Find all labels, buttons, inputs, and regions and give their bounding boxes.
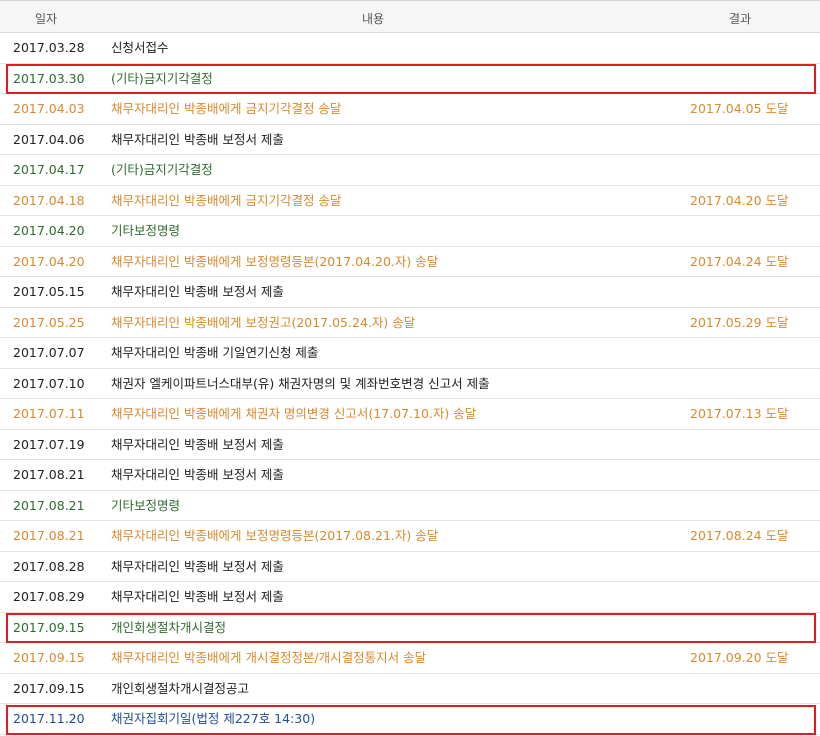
table-row: 2017.07.19 채무자대리인 박종배 보정서 제출 [0, 430, 820, 460]
row-date: 2017.08.21 [13, 497, 85, 513]
row-result: 2017.04.20 도달 [690, 192, 789, 208]
table-row: 2017.08.28 채무자대리인 박종배 보정서 제출 [0, 552, 820, 582]
row-content: 개인회생절차개시결정공고 [111, 680, 250, 696]
table-row: 2017.09.15 개인회생절차개시결정 [0, 613, 820, 643]
row-date: 2017.07.10 [13, 375, 85, 391]
row-content: 채무자대리인 박종배 보정서 제출 [111, 131, 284, 147]
table-row: 2017.04.20 채무자대리인 박종배에게 보정명령등본(2017.04.20… [0, 247, 820, 277]
row-result: 2017.04.05 도달 [690, 101, 789, 116]
row-content: 채무자대리인 박종배 기일연기신청 제출 [111, 345, 319, 360]
row-content: 채무자대리인 박종배 보정서 제출 [111, 558, 284, 574]
row-content: 채무자대리인 박종배 보정서 제출 [111, 589, 284, 604]
row-date: 2017.07.19 [13, 436, 85, 452]
row-content: 채권자 엘케이파트너스대부(유) 채권자명의 및 계좌번호변경 신고서 제출 [111, 375, 490, 391]
table-row: 2017.11.20 채권자집회기일(법정 제227호 14:30) [0, 704, 820, 735]
row-date: 2017.08.21 [13, 528, 85, 543]
row-date: 2017.04.18 [13, 192, 85, 208]
row-content: (기타)금지기각결정 [111, 162, 213, 177]
row-content: 신청서접수 [111, 40, 169, 55]
table-row: 2017.05.25 채무자대리인 박종배에게 보정권고(2017.05.24.자… [0, 308, 820, 338]
row-date: 2017.05.25 [13, 314, 85, 330]
row-content: 채무자대리인 박종배 보정서 제출 [111, 284, 284, 299]
row-date: 2017.09.15 [13, 650, 85, 665]
row-date: 2017.09.15 [13, 619, 85, 635]
row-date: 2017.08.21 [13, 467, 85, 482]
table-row: 2017.04.03 채무자대리인 박종배에게 금지기각결정 송달 2017.04.… [0, 94, 820, 125]
row-date: 2017.09.15 [13, 680, 85, 696]
table-row: 2017.04.20 기타보정명령 [0, 216, 820, 247]
table-row: 2017.09.15 개인회생절차개시결정공고 [0, 674, 820, 704]
table-row: 2017.07.11 채무자대리인 박종배에게 채권자 명의변경 신고서(17.0… [0, 399, 820, 430]
table-row: 2017.07.07 채무자대리인 박종배 기일연기신청 제출 [0, 338, 820, 369]
row-result: 2017.08.24 도달 [690, 528, 789, 543]
table-row: 2017.04.17 (기타)금지기각결정 [0, 155, 820, 186]
row-date: 2017.05.15 [13, 284, 85, 299]
table-header: 일자 내용 결과 [0, 0, 820, 33]
row-content: 채무자대리인 박종배 보정서 제출 [111, 467, 284, 482]
row-content: 채무자대리인 박종배에게 보정권고(2017.05.24.자) 송달 [111, 314, 416, 330]
row-date: 2017.08.28 [13, 558, 85, 574]
table-row: 2017.09.15 채무자대리인 박종배에게 개시결정정본/개시결정통지서 송달… [0, 643, 820, 674]
row-content: 채무자대리인 박종배에게 보정명령등본(2017.04.20.자) 송달 [111, 253, 439, 269]
row-date: 2017.04.06 [13, 131, 85, 147]
row-content: 채무자대리인 박종배에게 채권자 명의변경 신고서(17.07.10.자) 송달 [111, 406, 477, 421]
case-progress-table: 일자 내용 결과 2017.03.28 신청서접수 2017.03.30 (기타)금지… [0, 0, 820, 736]
row-result: 2017.05.29 도달 [690, 314, 789, 330]
table-row: 2017.08.29 채무자대리인 박종배 보정서 제출 [0, 582, 820, 613]
row-content: 채권자집회기일(법정 제227호 14:30) [111, 711, 316, 726]
table-row: 2017.08.21 채무자대리인 박종배 보정서 제출 [0, 460, 820, 491]
row-content: (기타)금지기각결정 [111, 70, 213, 86]
row-content: 개인회생절차개시결정 [111, 619, 227, 635]
row-content: 채무자대리인 박종배에게 개시결정정본/개시결정통지서 송달 [111, 650, 427, 665]
table-row: 2017.03.30 (기타)금지기각결정 [0, 64, 820, 94]
table-row: 2017.08.21 기타보정명령 [0, 491, 820, 521]
header-result: 결과 [728, 12, 752, 26]
header-content: 내용 [361, 12, 385, 26]
header-date: 일자 [34, 12, 58, 26]
row-result: 2017.07.13 도달 [690, 406, 789, 421]
table-row: 2017.04.18 채무자대리인 박종배에게 금지기각결정 송달 2017.04.… [0, 186, 820, 216]
table-row: 2017.03.28 신청서접수 [0, 33, 820, 64]
row-result: 2017.09.20 도달 [690, 650, 789, 665]
row-date: 2017.04.17 [13, 162, 85, 177]
row-content: 채무자대리인 박종배에게 금지기각결정 송달 [111, 192, 342, 208]
row-content: 채무자대리인 박종배에게 금지기각결정 송달 [111, 101, 342, 116]
row-date: 2017.04.20 [13, 253, 85, 269]
row-content: 기타보정명령 [111, 497, 181, 513]
row-date: 2017.08.29 [13, 589, 85, 604]
row-date: 2017.03.28 [13, 40, 85, 55]
row-content: 채무자대리인 박종배 보정서 제출 [111, 436, 284, 452]
table-row: 2017.04.06 채무자대리인 박종배 보정서 제출 [0, 125, 820, 155]
table-row: 2017.05.15 채무자대리인 박종배 보정서 제출 [0, 277, 820, 308]
row-date: 2017.07.07 [13, 345, 85, 360]
table-row: 2017.07.10 채권자 엘케이파트너스대부(유) 채권자명의 및 계좌번호변… [0, 369, 820, 399]
table-row: 2017.08.21 채무자대리인 박종배에게 보정명령등본(2017.08.21… [0, 521, 820, 552]
row-content: 기타보정명령 [111, 223, 181, 238]
row-date: 2017.04.20 [13, 223, 85, 238]
row-content: 채무자대리인 박종배에게 보정명령등본(2017.08.21.자) 송달 [111, 528, 439, 543]
row-result: 2017.04.24 도달 [690, 253, 789, 269]
row-date: 2017.11.20 [13, 711, 85, 726]
row-date: 2017.04.03 [13, 101, 85, 116]
row-date: 2017.07.11 [13, 406, 85, 421]
row-date: 2017.03.30 [13, 70, 85, 86]
